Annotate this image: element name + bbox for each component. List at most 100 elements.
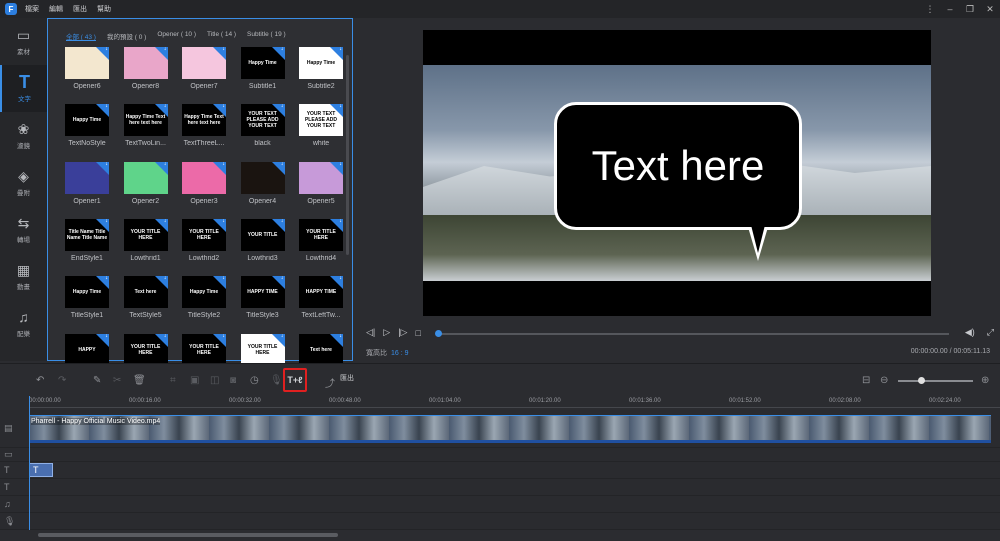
- menu-file[interactable]: 檔案: [25, 4, 39, 14]
- next-frame-icon[interactable]: |▷: [398, 327, 407, 338]
- edit-icon[interactable]: ✎: [93, 375, 101, 386]
- timeline-ruler[interactable]: 00:00:00.00 00:00:16.00 00:00:32.00 00:00:4…: [29, 396, 1000, 410]
- template-tile[interactable]: Happy Time TextNoStyle: [65, 104, 109, 161]
- download-icon[interactable]: [154, 104, 168, 118]
- sidebar-item-music[interactable]: ♫ 配樂: [0, 300, 47, 347]
- tab-subtitle[interactable]: Subtitle ( 19 ): [247, 31, 286, 41]
- delete-icon[interactable]: 🗑: [133, 375, 146, 386]
- download-icon[interactable]: [330, 218, 343, 232]
- download-icon[interactable]: [213, 276, 226, 290]
- template-tile[interactable]: Happy Time Text here text here TextTwoLin…: [123, 104, 168, 161]
- seek-bar[interactable]: [435, 330, 949, 337]
- template-tile[interactable]: Happy Time Subtitle2: [299, 47, 343, 104]
- zoom-slider[interactable]: [898, 377, 973, 384]
- download-icon[interactable]: [96, 104, 109, 118]
- menu-help[interactable]: 幫助: [97, 4, 111, 14]
- template-tile[interactable]: Happy Time TitleStyle2: [182, 276, 226, 333]
- export-button[interactable]: 匯出: [340, 373, 354, 383]
- template-tile[interactable]: YOUR TITLE HERE Lowthrid4: [299, 218, 343, 276]
- sidebar-item-media[interactable]: ▭ 素材: [0, 18, 47, 65]
- tab-all[interactable]: 全部 ( 43 ): [66, 31, 96, 41]
- download-icon[interactable]: [213, 161, 226, 175]
- template-tile[interactable]: Happy Time TitleStyle1: [65, 276, 109, 333]
- volume-icon[interactable]: ◀): [965, 327, 975, 338]
- template-tile[interactable]: YOUR TEXT PLEASE ADD YOUR TEXT white: [299, 104, 343, 161]
- mosaic-icon[interactable]: ▣: [190, 375, 199, 386]
- video-clip[interactable]: Pharrell - Happy Official Music Video.mp…: [29, 415, 991, 443]
- template-tile[interactable]: Opener5: [299, 161, 343, 219]
- template-tile[interactable]: HAPPY TIME TitleStyle3: [240, 276, 285, 333]
- download-icon[interactable]: [271, 104, 285, 118]
- sidebar-item-filter[interactable]: ❀ 濾鏡: [0, 112, 47, 159]
- crop-icon[interactable]: ⌗: [170, 375, 176, 386]
- download-icon[interactable]: [96, 333, 109, 347]
- download-icon[interactable]: [96, 161, 109, 175]
- library-scrollbar[interactable]: [346, 55, 349, 255]
- tab-title[interactable]: Title ( 14 ): [207, 31, 236, 41]
- download-icon[interactable]: [96, 276, 109, 290]
- snapshot-icon[interactable]: ◙: [230, 375, 236, 386]
- template-tile[interactable]: Happy Time Subtitle1: [240, 47, 285, 104]
- download-icon[interactable]: [213, 104, 226, 118]
- template-tile[interactable]: Opener6: [65, 47, 109, 104]
- text-clip[interactable]: T: [29, 463, 53, 477]
- seek-handle[interactable]: [435, 330, 442, 337]
- template-tile[interactable]: Happy Time Text here text here TextThreeL…: [182, 104, 226, 161]
- sidebar-item-transition[interactable]: ⇆ 轉場: [0, 206, 47, 253]
- add-text-button[interactable]: T+ℓ: [283, 368, 307, 392]
- download-icon[interactable]: [213, 333, 226, 347]
- download-icon[interactable]: [330, 161, 343, 175]
- stop-icon[interactable]: □: [415, 328, 420, 338]
- fullscreen-icon[interactable]: ⤢: [987, 327, 994, 338]
- template-tile[interactable]: HAPPY TIME TextLeftTw...: [299, 276, 343, 333]
- download-icon[interactable]: [330, 104, 343, 118]
- template-tile[interactable]: Opener1: [65, 161, 109, 219]
- download-icon[interactable]: [154, 276, 168, 290]
- video-preview[interactable]: Text here: [423, 30, 931, 316]
- download-icon[interactable]: [330, 333, 343, 347]
- download-icon[interactable]: [213, 47, 226, 60]
- cut-icon[interactable]: ✂: [113, 375, 121, 386]
- template-tile[interactable]: Opener2: [123, 161, 168, 219]
- template-tile[interactable]: Text here TextStyle5: [123, 276, 168, 333]
- duration-icon[interactable]: ◷: [250, 375, 259, 386]
- download-icon[interactable]: [154, 333, 168, 347]
- download-icon[interactable]: [213, 218, 226, 232]
- zoom-in-icon[interactable]: ⊕: [981, 375, 989, 386]
- fit-icon[interactable]: ⊟: [862, 375, 870, 386]
- template-tile[interactable]: YOUR TEXT PLEASE ADD YOUR TEXT black: [240, 104, 285, 161]
- template-tile[interactable]: Opener8: [123, 47, 168, 104]
- minimize-icon[interactable]: –: [940, 4, 960, 14]
- record-icon[interactable]: 🎙: [270, 375, 283, 386]
- redo-icon[interactable]: ↷: [58, 375, 66, 386]
- sidebar-item-animation[interactable]: ▦ 動畫: [0, 253, 47, 300]
- download-icon[interactable]: [154, 47, 168, 60]
- template-tile[interactable]: YOUR TITLE HERE Lowthrid2: [182, 218, 226, 276]
- playhead[interactable]: [29, 396, 30, 530]
- template-tile[interactable]: Opener7: [182, 47, 226, 104]
- download-icon[interactable]: [271, 333, 285, 347]
- download-icon[interactable]: [154, 218, 168, 232]
- more-icon[interactable]: ⋮: [920, 4, 940, 15]
- prev-frame-icon[interactable]: ◁|: [366, 327, 375, 338]
- menu-export[interactable]: 匯出: [73, 4, 87, 14]
- download-icon[interactable]: [271, 47, 285, 60]
- sidebar-item-text[interactable]: T 文字: [0, 65, 47, 112]
- template-tile[interactable]: Opener3: [182, 161, 226, 219]
- tab-my-presets[interactable]: 我的預設 ( 0 ): [107, 31, 146, 41]
- undo-icon[interactable]: ↶: [36, 375, 44, 386]
- tab-opener[interactable]: Opener ( 10 ): [157, 31, 196, 41]
- aspect-ratio[interactable]: 寬高比 16 : 9: [366, 348, 409, 358]
- template-tile[interactable]: Title Name Title Name Title Name EndStyle…: [65, 218, 109, 276]
- close-icon[interactable]: ✕: [980, 4, 1000, 15]
- download-icon[interactable]: [330, 47, 343, 60]
- menu-edit[interactable]: 編輯: [49, 4, 63, 14]
- download-icon[interactable]: [154, 161, 168, 175]
- freeze-icon[interactable]: ◫: [210, 375, 219, 386]
- zoom-out-icon[interactable]: ⊖: [880, 375, 888, 386]
- sidebar-item-overlay[interactable]: ◈ 疊附: [0, 159, 47, 206]
- zoom-handle[interactable]: [917, 377, 925, 384]
- export-icon[interactable]: ⤴: [325, 375, 335, 390]
- download-icon[interactable]: [330, 276, 343, 290]
- download-icon[interactable]: [271, 276, 285, 290]
